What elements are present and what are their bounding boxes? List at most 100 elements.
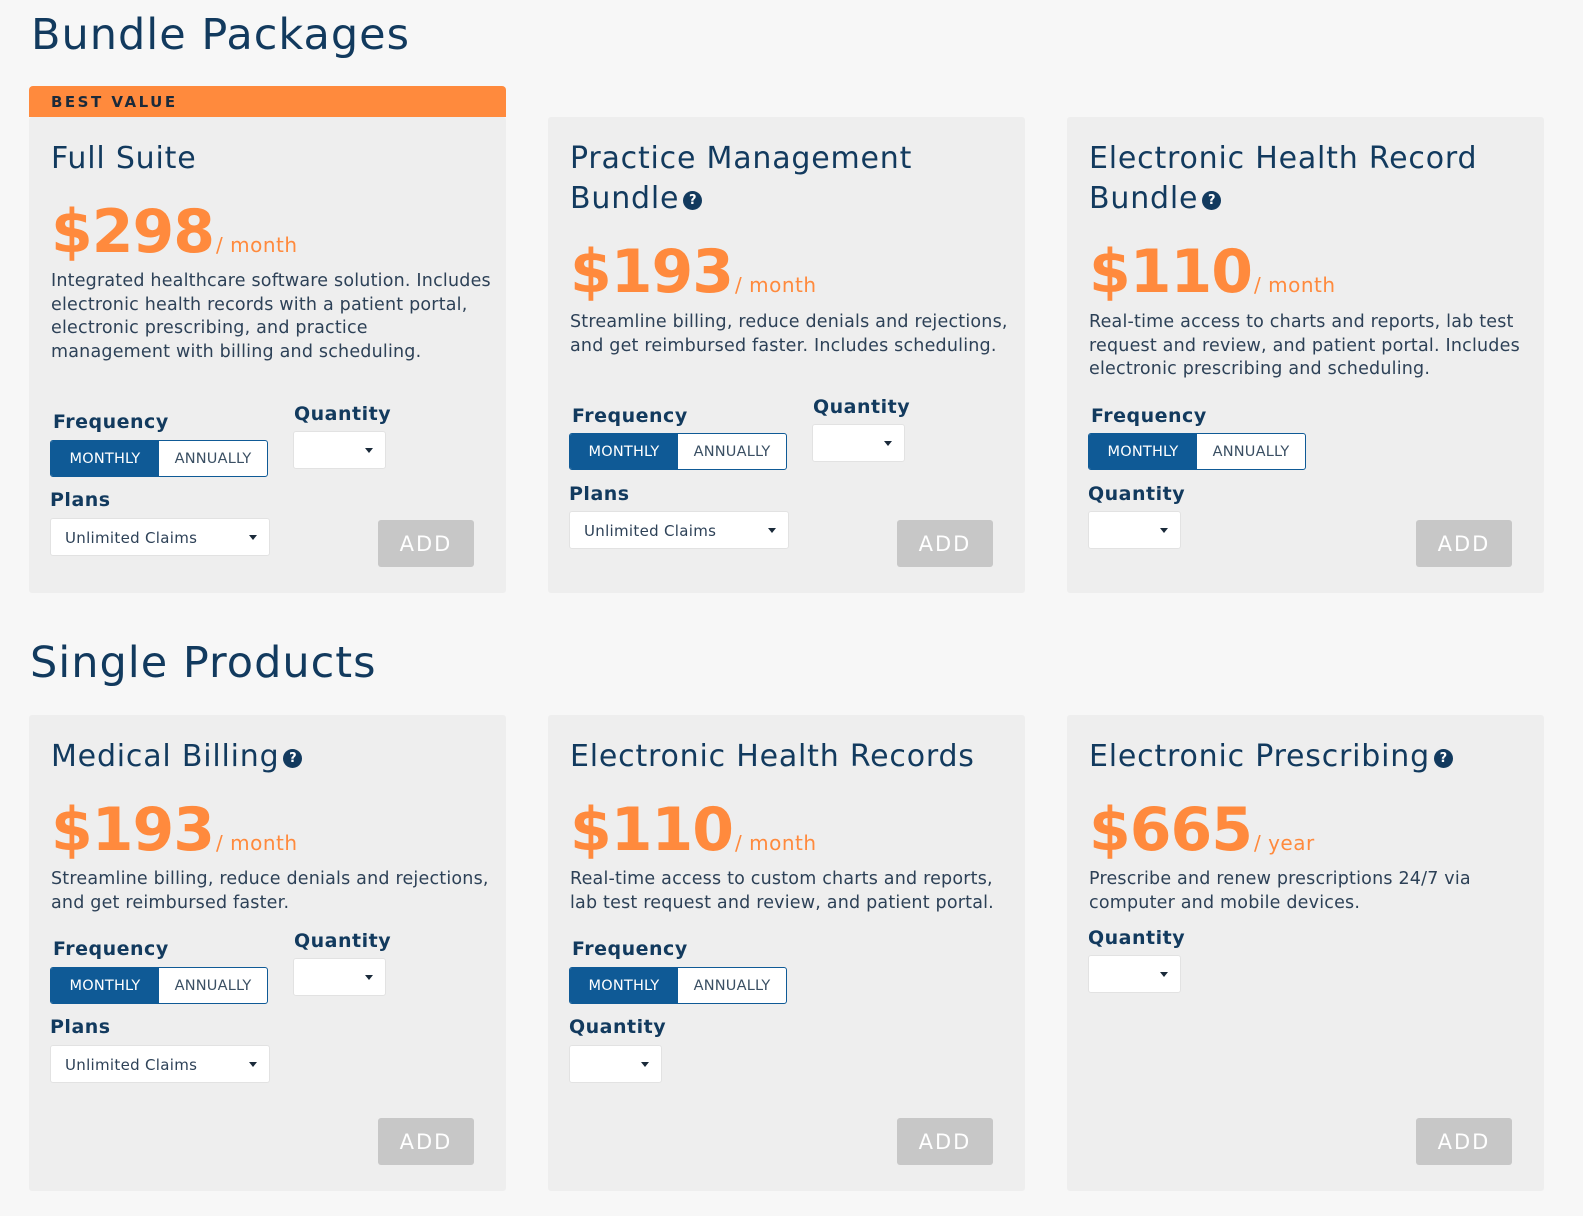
plan-value: Unlimited Claims	[65, 529, 198, 547]
price-amount: $193	[51, 795, 215, 865]
product-title: Electronic Health Record Bundle?	[1089, 139, 1529, 219]
frequency-label: Frequency	[53, 938, 169, 960]
caret-down-icon	[884, 441, 892, 446]
frequency-annually-option[interactable]: ANNUALLY	[678, 968, 786, 1003]
frequency-annually-option[interactable]: ANNUALLY	[678, 434, 786, 469]
quantity-label: Quantity	[1088, 927, 1186, 949]
frequency-annually-option[interactable]: ANNUALLY	[159, 441, 267, 476]
price-amount: $193	[570, 237, 734, 307]
caret-down-icon	[641, 1062, 649, 1067]
price: $110/ month	[1089, 237, 1336, 307]
quantity-select[interactable]	[569, 1045, 662, 1083]
frequency-annually-option[interactable]: ANNUALLY	[159, 968, 267, 1003]
frequency-toggle: MONTHLY ANNUALLY	[1088, 433, 1306, 470]
caret-down-icon	[365, 975, 373, 980]
plans-label: Plans	[50, 1016, 111, 1038]
quantity-label: Quantity	[294, 930, 392, 952]
product-card-practice-management-bundle: Practice Management Bundle? $193/ month …	[548, 117, 1025, 593]
add-button[interactable]: ADD	[897, 1118, 993, 1165]
frequency-monthly-option[interactable]: MONTHLY	[51, 968, 159, 1003]
product-card-ehr-bundle: Electronic Health Record Bundle? $110/ m…	[1067, 117, 1544, 593]
add-button[interactable]: ADD	[378, 1118, 474, 1165]
quantity-select[interactable]	[1088, 955, 1181, 993]
frequency-toggle: MONTHLY ANNUALLY	[50, 967, 268, 1004]
frequency-label: Frequency	[572, 938, 688, 960]
quantity-select[interactable]	[1088, 511, 1181, 549]
price: $110/ month	[570, 795, 817, 865]
price-period: / month	[735, 273, 817, 297]
price-amount: $110	[570, 795, 734, 865]
add-button[interactable]: ADD	[1416, 1118, 1512, 1165]
plans-select[interactable]: Unlimited Claims	[569, 511, 789, 549]
help-icon[interactable]: ?	[1202, 191, 1222, 210]
product-card-electronic-prescribing: Electronic Prescribing? $665/ year Presc…	[1067, 715, 1544, 1191]
price-period: / month	[735, 831, 817, 855]
product-title-text: Medical Billing	[51, 739, 280, 774]
product-title: Electronic Health Records	[570, 739, 975, 774]
plan-value: Unlimited Claims	[65, 1056, 198, 1074]
caret-down-icon	[1160, 972, 1168, 977]
frequency-toggle: MONTHLY ANNUALLY	[569, 433, 787, 470]
frequency-label: Frequency	[1091, 405, 1207, 427]
product-card-medical-billing: Medical Billing? $193/ month Streamline …	[29, 715, 506, 1191]
quantity-select[interactable]	[293, 958, 386, 996]
bundle-packages-heading: Bundle Packages	[31, 10, 411, 60]
plans-select[interactable]: Unlimited Claims	[50, 518, 270, 556]
quantity-label: Quantity	[294, 403, 392, 425]
help-icon[interactable]: ?	[283, 749, 303, 768]
frequency-monthly-option[interactable]: MONTHLY	[570, 434, 678, 469]
product-description: Prescribe and renew prescriptions 24/7 v…	[1089, 869, 1471, 913]
price-amount: $298	[51, 197, 215, 267]
caret-down-icon	[768, 528, 776, 533]
frequency-monthly-option[interactable]: MONTHLY	[51, 441, 159, 476]
frequency-annually-option[interactable]: ANNUALLY	[1197, 434, 1305, 469]
add-button[interactable]: ADD	[1416, 520, 1512, 567]
price-amount: $110	[1089, 237, 1253, 307]
plan-value: Unlimited Claims	[584, 522, 717, 540]
caret-down-icon	[1160, 528, 1168, 533]
best-value-badge: BEST VALUE	[29, 86, 506, 117]
product-card-electronic-health-records: Electronic Health Records $110/ month Re…	[548, 715, 1025, 1191]
price-amount: $665	[1089, 795, 1253, 865]
product-title: Full Suite	[51, 141, 197, 176]
price: $193/ month	[51, 795, 298, 865]
quantity-select[interactable]	[293, 431, 386, 469]
price-period: / month	[216, 831, 298, 855]
product-title-text: Electronic Prescribing	[1089, 739, 1430, 774]
price: $193/ month	[570, 237, 817, 307]
frequency-toggle: MONTHLY ANNUALLY	[569, 967, 787, 1004]
caret-down-icon	[249, 535, 257, 540]
frequency-monthly-option[interactable]: MONTHLY	[570, 968, 678, 1003]
plans-label: Plans	[569, 483, 630, 505]
price-period: / month	[216, 233, 298, 257]
quantity-label: Quantity	[569, 1016, 667, 1038]
price: $298/ month	[51, 197, 298, 267]
product-description: Real-time access to charts and reports, …	[1089, 312, 1520, 379]
product-title-text: Electronic Health Record Bundle	[1089, 141, 1478, 216]
product-description: Integrated healthcare software solution.…	[51, 271, 491, 362]
product-description: Real-time access to custom charts and re…	[570, 869, 994, 913]
frequency-monthly-option[interactable]: MONTHLY	[1089, 434, 1197, 469]
price-period: / year	[1254, 831, 1315, 855]
quantity-label: Quantity	[1088, 483, 1186, 505]
price: $665/ year	[1089, 795, 1315, 865]
product-title: Practice Management Bundle?	[570, 139, 1010, 219]
quantity-select[interactable]	[812, 424, 905, 462]
price-period: / month	[1254, 273, 1336, 297]
product-title-text: Practice Management Bundle	[570, 141, 913, 216]
caret-down-icon	[365, 448, 373, 453]
help-icon[interactable]: ?	[1433, 749, 1453, 768]
help-icon[interactable]: ?	[683, 191, 703, 210]
product-title: Medical Billing?	[51, 737, 491, 777]
add-button[interactable]: ADD	[378, 520, 474, 567]
product-description: Streamline billing, reduce denials and r…	[570, 312, 1008, 356]
product-title: Electronic Prescribing?	[1089, 737, 1529, 777]
quantity-label: Quantity	[813, 396, 911, 418]
plans-label: Plans	[50, 489, 111, 511]
plans-select[interactable]: Unlimited Claims	[50, 1045, 270, 1083]
single-products-heading: Single Products	[30, 638, 377, 688]
frequency-label: Frequency	[572, 405, 688, 427]
best-value-label: BEST VALUE	[51, 93, 178, 111]
frequency-label: Frequency	[53, 411, 169, 433]
add-button[interactable]: ADD	[897, 520, 993, 567]
